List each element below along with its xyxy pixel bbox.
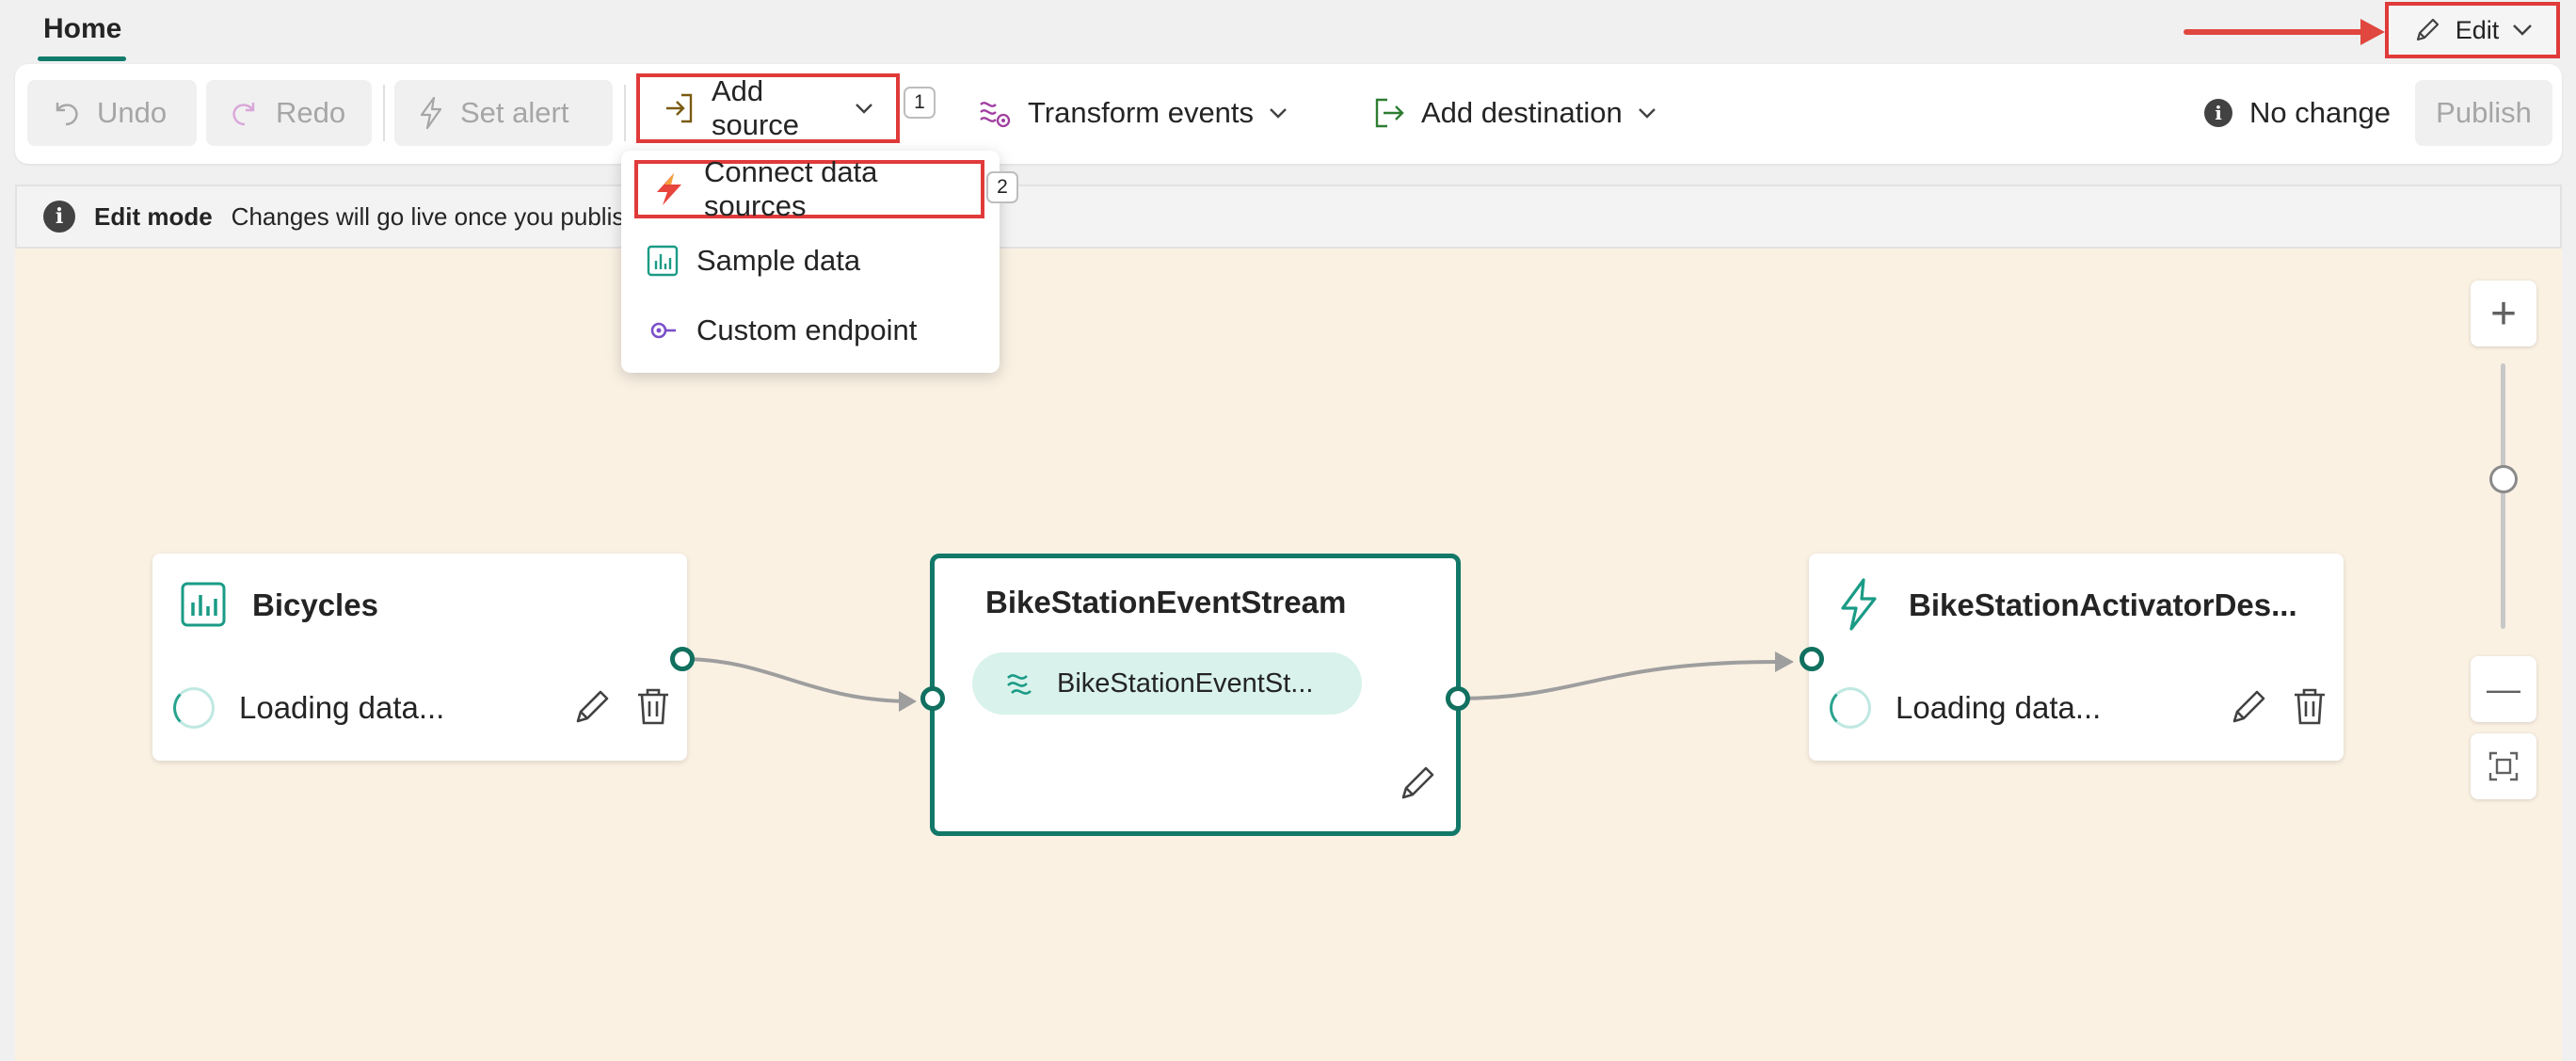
lightning-icon — [1835, 576, 1882, 633]
zoom-slider-thumb[interactable] — [2489, 465, 2518, 493]
eventstream-node[interactable]: BikeStationEventStream BikeStationEventS… — [930, 554, 1461, 836]
zoom-slider-track[interactable] — [2501, 363, 2505, 629]
loading-row: Loading data... — [173, 687, 444, 729]
pencil-icon[interactable] — [2229, 685, 2270, 727]
lightning-icon — [651, 171, 687, 207]
step-badge-2: 2 — [986, 171, 1018, 203]
spinner-icon — [173, 687, 215, 729]
pencil-icon[interactable] — [572, 685, 614, 727]
menu-item-label: Custom endpoint — [696, 313, 918, 346]
zoom-out-button[interactable]: — — [2471, 656, 2536, 722]
output-port[interactable] — [670, 647, 695, 671]
eventstream-pill[interactable]: BikeStationEventSt... — [972, 652, 1362, 715]
output-port[interactable] — [1446, 686, 1470, 711]
add-source-menu: Connect data sources Sample data Custom … — [621, 151, 1000, 373]
chart-icon — [179, 580, 228, 629]
menu-item-label: Connect data sources — [704, 155, 878, 222]
node-title: BikeStationActivatorDes... — [1909, 587, 2297, 622]
input-port[interactable] — [1800, 647, 1824, 671]
endpoint-icon — [646, 313, 680, 347]
menu-item-sample-data[interactable]: Sample data — [632, 232, 988, 290]
trash-icon[interactable] — [634, 685, 672, 727]
menu-item-connect-data-sources[interactable]: Connect data sources — [634, 155, 984, 222]
trash-icon[interactable] — [2291, 685, 2328, 727]
node-title: Bicycles — [252, 587, 378, 622]
chart-icon — [646, 244, 680, 278]
input-port[interactable] — [920, 686, 945, 711]
fit-view-icon — [2487, 749, 2520, 783]
source-node-bicycles[interactable]: Bicycles Loading data... — [152, 554, 687, 761]
zoom-in-button[interactable]: + — [2471, 281, 2536, 346]
destination-node-activator[interactable]: BikeStationActivatorDes... Loading data.… — [1809, 554, 2344, 761]
spinner-icon — [1830, 687, 1871, 729]
loading-label: Loading data... — [239, 690, 445, 725]
fit-to-view-button[interactable] — [2471, 733, 2536, 799]
pencil-icon[interactable] — [1398, 762, 1439, 803]
menu-item-label: Sample data — [696, 244, 861, 277]
node-title: BikeStationEventStream — [985, 585, 1347, 619]
stream-icon — [1002, 665, 1040, 702]
connectors — [680, 651, 1794, 712]
eventstream-pill-label: BikeStationEventSt... — [1057, 667, 1314, 699]
menu-item-custom-endpoint[interactable]: Custom endpoint — [632, 301, 988, 360]
loading-row: Loading data... — [1830, 687, 2101, 729]
loading-label: Loading data... — [1896, 690, 2102, 725]
